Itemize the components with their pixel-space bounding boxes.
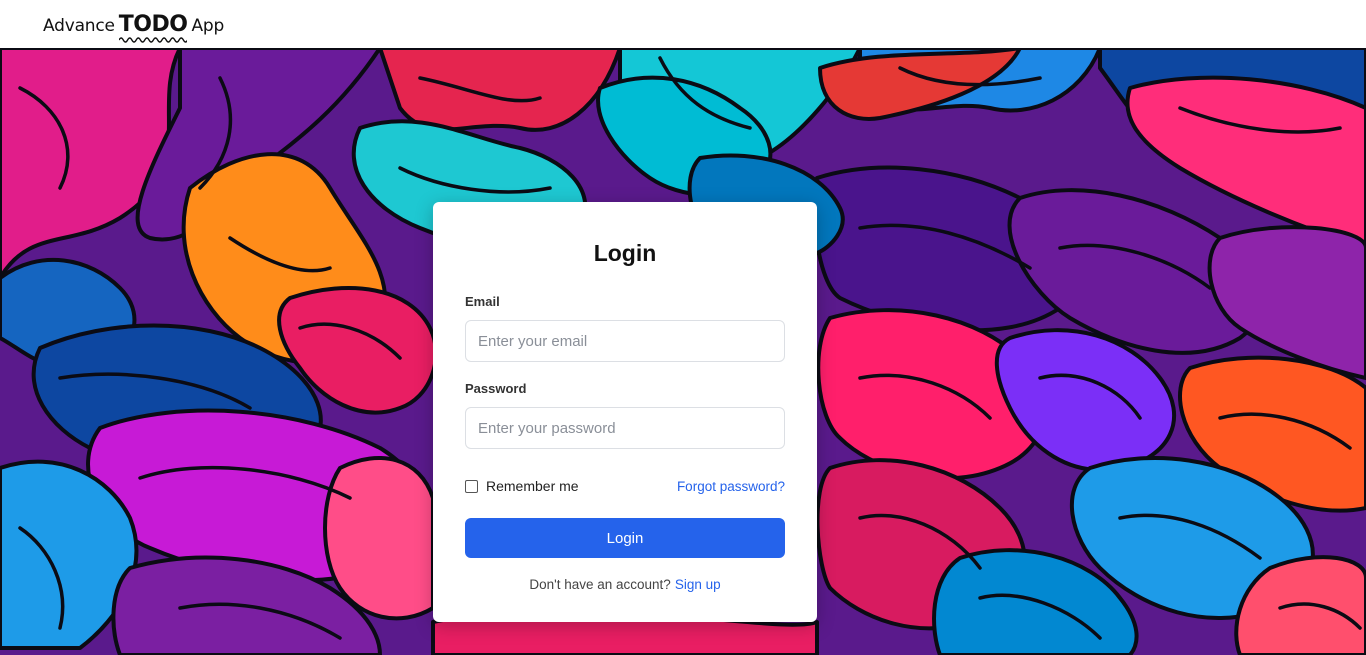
password-input[interactable] [465, 407, 785, 449]
forgot-password-link[interactable]: Forgot password? [677, 479, 785, 494]
brand-word-todo: TODO [118, 12, 188, 43]
login-button[interactable]: Login [465, 518, 785, 558]
remember-checkbox[interactable] [465, 479, 478, 493]
signup-row: Don't have an account? Sign up [465, 577, 785, 592]
password-label: Password [465, 381, 527, 396]
signup-link[interactable]: Sign up [675, 577, 721, 592]
options-row: Remember me Forgot password? [465, 476, 785, 496]
remember-me[interactable]: Remember me [465, 478, 579, 494]
squiggle-underline-icon [118, 36, 188, 43]
remember-label: Remember me [486, 478, 579, 494]
brand-word-advance: Advance [43, 15, 115, 36]
login-card: Login Email Password Remember me Forgot … [433, 202, 817, 622]
app-logo[interactable]: Advance TODO App [43, 12, 225, 43]
login-title: Login [593, 240, 657, 266]
email-input[interactable] [465, 320, 785, 362]
signup-prompt: Don't have an account? [529, 577, 671, 592]
brand-word-app: App [191, 15, 225, 36]
email-label: Email [465, 294, 500, 309]
top-navbar: Advance TODO App [0, 0, 1366, 48]
